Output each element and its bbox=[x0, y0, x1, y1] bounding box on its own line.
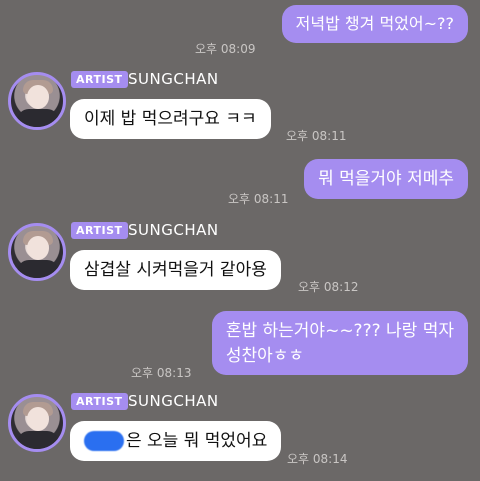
message-text: 은 오늘 뭐 먹었어요 bbox=[126, 431, 268, 451]
avatar[interactable] bbox=[8, 223, 66, 281]
outgoing-message-bubble[interactable]: 뭐 먹을거야 저메추 bbox=[304, 159, 468, 199]
message-timestamp: 오후 08:12 bbox=[298, 280, 359, 294]
sender-name: SUNGCHAN bbox=[128, 70, 219, 88]
artist-badge: ARTIST bbox=[71, 71, 128, 88]
outgoing-message-bubble[interactable]: 저녁밥 챙겨 먹었어~?? bbox=[281, 5, 468, 43]
incoming-message-bubble[interactable]: 이제 밥 먹으려구요 ㅋㅋ bbox=[70, 99, 271, 139]
message-timestamp: 오후 08:09 bbox=[195, 42, 256, 56]
avatar[interactable] bbox=[8, 394, 66, 452]
message-timestamp: 오후 08:11 bbox=[228, 192, 289, 206]
sender-name: SUNGCHAN bbox=[128, 392, 219, 410]
message-text-line: 성찬아ㅎㅎ bbox=[225, 346, 305, 366]
incoming-message-bubble[interactable]: 삼겹살 시켜먹을거 같아용 bbox=[70, 250, 281, 290]
outgoing-message-bubble[interactable]: 혼밥 하는거야~~??? 나랑 먹자 성찬아ㅎㅎ bbox=[211, 311, 468, 375]
message-timestamp: 오후 08:11 bbox=[286, 129, 347, 143]
sender-name: SUNGCHAN bbox=[128, 221, 219, 239]
artist-badge: ARTIST bbox=[71, 393, 128, 410]
message-text: 이제 밥 먹으려구요 ㅋㅋ bbox=[84, 109, 257, 129]
message-timestamp: 오후 08:13 bbox=[131, 366, 192, 380]
message-text: 삼겹살 시켜먹을거 같아용 bbox=[84, 260, 267, 280]
avatar[interactable] bbox=[8, 72, 66, 130]
message-timestamp: 오후 08:14 bbox=[287, 452, 348, 466]
message-text: 뭐 먹을거야 저메추 bbox=[318, 169, 454, 189]
message-text: 저녁밥 챙겨 먹었어~?? bbox=[295, 14, 454, 33]
redacted-name-scribble bbox=[84, 431, 124, 451]
artist-badge: ARTIST bbox=[71, 222, 128, 239]
message-text-line: 혼밥 하는거야~~??? 나랑 먹자 bbox=[225, 321, 454, 341]
incoming-message-bubble[interactable]: 은 오늘 뭐 먹었어요 bbox=[70, 421, 282, 461]
